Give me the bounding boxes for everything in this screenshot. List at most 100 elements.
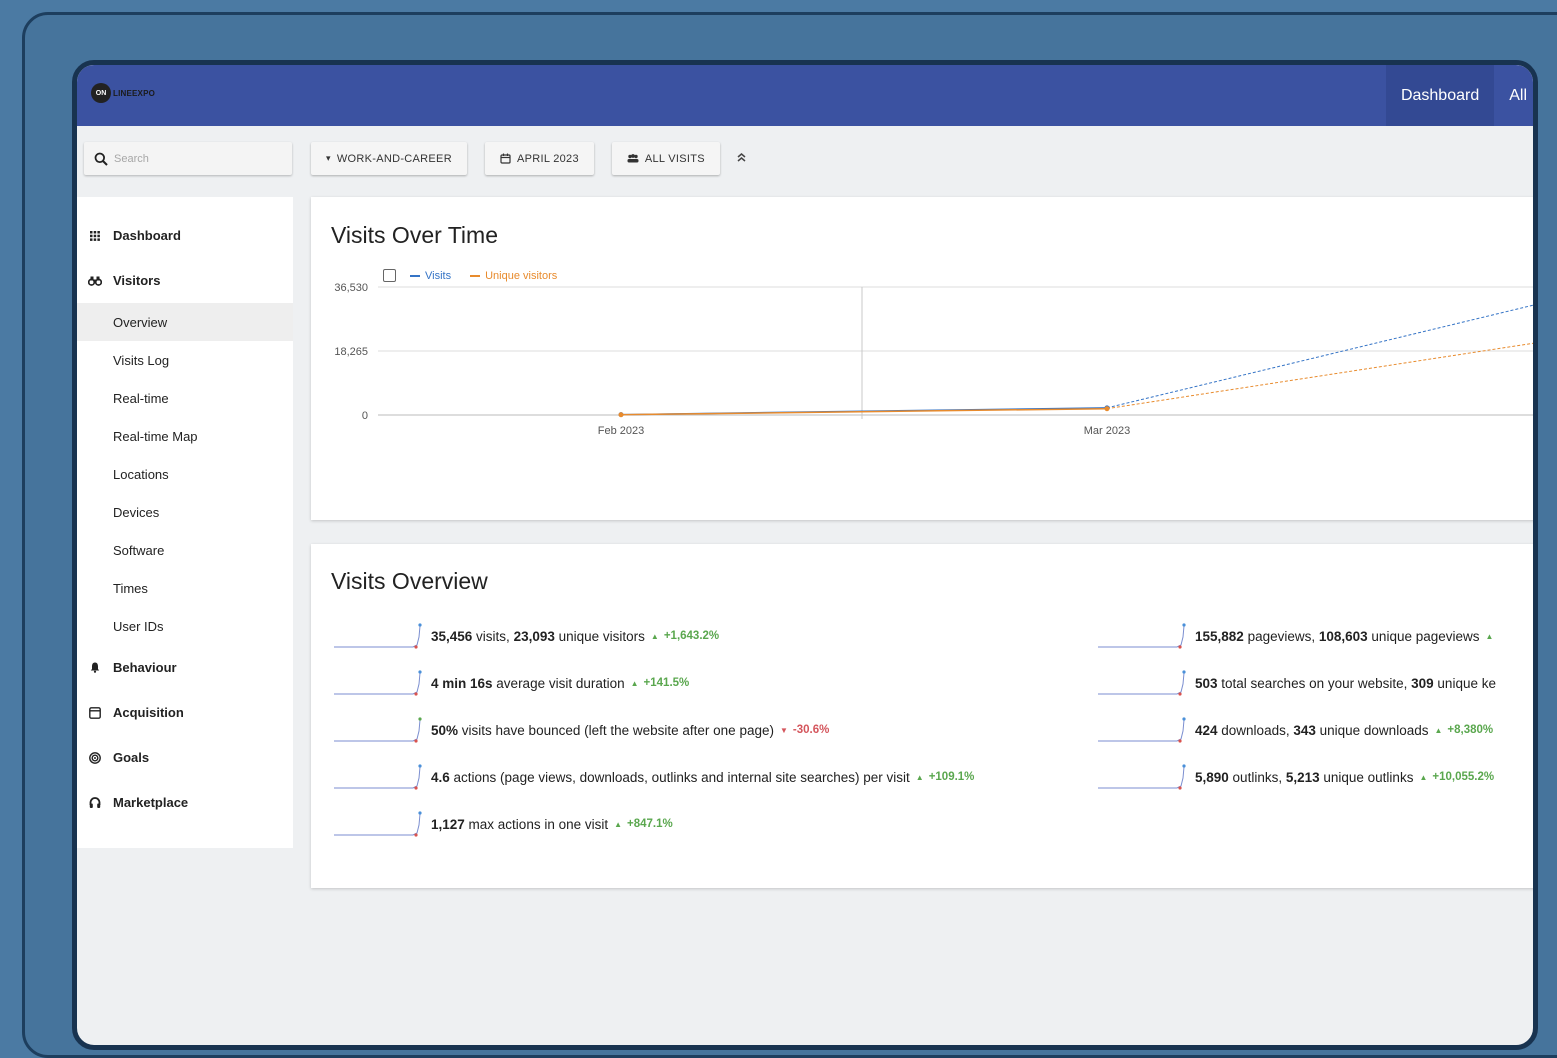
left-metric-row[interactable]: 4 min 16s average visit duration ▲ +141.5% xyxy=(333,668,689,698)
change-value: +1,643.2% xyxy=(663,630,720,642)
metric-value: 343 xyxy=(1293,722,1316,738)
metric-value: 5,213 xyxy=(1285,769,1320,785)
logo-mark: ON xyxy=(91,83,111,103)
sidebar-item-real-time[interactable]: Real-time xyxy=(77,379,293,417)
change-value: -30.6% xyxy=(792,724,830,736)
top-bar: ON LINEEXPO Dashboard All xyxy=(77,65,1533,126)
metric-text: 424 downloads, 343 unique downloads xyxy=(1195,722,1429,738)
metric-value: 35,456 xyxy=(431,628,473,644)
sidebar-item-visitors[interactable]: Visitors xyxy=(77,258,293,303)
calendar-icon xyxy=(500,153,511,164)
sparkline xyxy=(1098,764,1186,790)
sidebar-item-locations[interactable]: Locations xyxy=(77,455,293,493)
sidebar-item-visits-log[interactable]: Visits Log xyxy=(77,341,293,379)
data-point xyxy=(618,412,624,418)
metric-value: 5,890 xyxy=(1195,769,1229,785)
sidebar-item-behaviour[interactable]: Behaviour xyxy=(77,645,293,690)
right-metric-row[interactable]: 155,882 pageviews, 108,603 unique pagevi… xyxy=(1097,621,1498,651)
metric-text: 1,127 max actions in one visit xyxy=(431,816,609,832)
metric-text: 35,456 visits, 23,093 unique visitors xyxy=(431,628,645,644)
visits-over-time-chart: 36,530 18,265 0 Feb 2023 Mar 2023 xyxy=(334,282,1533,437)
app-screen: ON LINEEXPO Dashboard All Search ▾ WORK-… xyxy=(72,60,1538,1050)
arrow-down-icon: ▼ xyxy=(779,726,788,735)
sidebar-item-software[interactable]: Software xyxy=(77,531,293,569)
sidebar-item-label: Marketplace xyxy=(113,795,189,810)
left-metric-row[interactable]: 35,456 visits, 23,093 unique visitors ▲ +1… xyxy=(333,621,719,651)
selector-bar: ▾ WORK-AND-CAREER APRIL 2023 ALL VISITS xyxy=(311,142,747,175)
sparkline xyxy=(334,764,422,790)
change-value: +847.1% xyxy=(627,818,673,830)
sidebar-item-goals[interactable]: Goals xyxy=(77,735,293,780)
sparkline xyxy=(334,717,422,743)
sidebar-item-label: Visitors xyxy=(113,273,161,288)
metric-value: 155,882 xyxy=(1195,628,1244,644)
sidebar-item-real-time-map[interactable]: Real-time Map xyxy=(77,417,293,455)
data-point xyxy=(1104,406,1110,412)
users-icon xyxy=(627,154,639,163)
sparkline xyxy=(334,623,422,649)
top-nav-all[interactable]: All xyxy=(1494,65,1533,126)
metric-text: 50% visits have bounced (left the websit… xyxy=(431,722,774,738)
change-badge: ▲ +8,380% xyxy=(1434,724,1493,736)
change-value: +8,380% xyxy=(1447,724,1494,736)
binoculars-icon xyxy=(87,276,103,286)
change-badge: ▲ +109.1% xyxy=(916,771,975,783)
search-input[interactable]: Search xyxy=(114,153,149,165)
sidebar-item-user-ids[interactable]: User IDs xyxy=(77,607,293,645)
metric-value: 309 xyxy=(1411,675,1434,691)
change-badge: ▲ +141.5% xyxy=(631,677,690,689)
change-badge: ▼ -30.6% xyxy=(780,724,829,736)
sidebar-item-overview[interactable]: Overview xyxy=(77,303,293,341)
collapse-icon[interactable] xyxy=(736,151,747,166)
metric-value: 503 xyxy=(1195,675,1218,691)
visits-overview-card: Visits Overview 35,456 visits, 23,093 un… xyxy=(311,544,1533,888)
metric-value: 108,603 xyxy=(1318,628,1368,644)
sparkline xyxy=(334,811,422,837)
search-box[interactable]: Search xyxy=(84,142,292,175)
bell-icon xyxy=(87,662,103,673)
logo[interactable]: ON LINEEXPO xyxy=(91,83,155,103)
sidebar-item-dashboard[interactable]: Dashboard xyxy=(77,213,293,258)
visits-overview-title: Visits Overview xyxy=(331,568,488,594)
metric-text: 4 min 16s average visit duration xyxy=(431,675,625,691)
top-nav-dashboard[interactable]: Dashboard xyxy=(1385,65,1495,126)
arrow-up-icon: ▲ xyxy=(1434,726,1443,735)
segment-selector-button[interactable]: ALL VISITS xyxy=(611,142,720,175)
sidebar-item-marketplace[interactable]: Marketplace xyxy=(77,780,293,825)
visits-over-time-card: Visits Over Time Visits Unique visitors … xyxy=(311,197,1533,520)
left-metric-row[interactable]: 4.6 actions (page views, downloads, outl… xyxy=(333,762,974,792)
window-icon xyxy=(87,706,103,719)
change-badge: ▲ +10,055.2% xyxy=(1419,771,1494,783)
arrow-up-icon: ▲ xyxy=(614,820,623,829)
logo-text: LINEEXPO xyxy=(113,88,156,98)
right-metric-row[interactable]: 5,890 outlinks, 5,213 unique outlinks ▲ +1… xyxy=(1097,762,1494,792)
site-selector-button[interactable]: ▾ WORK-AND-CAREER xyxy=(311,142,467,175)
sidebar-item-devices[interactable]: Devices xyxy=(77,493,293,531)
metric-value: 1,127 xyxy=(431,816,465,832)
sidebar-item-acquisition[interactable]: Acquisition xyxy=(77,690,293,735)
left-metric-row[interactable]: 50% visits have bounced (left the websit… xyxy=(333,715,829,745)
left-metric-row[interactable]: 1,127 max actions in one visit ▲ +847.1% xyxy=(333,809,673,839)
sidebar-item-times[interactable]: Times xyxy=(77,569,293,607)
site-selector-label: WORK-AND-CAREER xyxy=(336,152,452,165)
grid-icon xyxy=(87,230,103,241)
metric-text: 503 total searches on your website, 309 … xyxy=(1195,675,1496,691)
right-metric-row[interactable]: 503 total searches on your website, 309 … xyxy=(1097,668,1496,698)
right-metric-row[interactable]: 424 downloads, 343 unique downloads ▲ +8,3… xyxy=(1097,715,1493,745)
search-icon xyxy=(94,152,108,166)
sidebar-item-label: Acquisition xyxy=(113,705,184,720)
metric-value: 4.6 xyxy=(431,769,450,785)
metric-text: 155,882 pageviews, 108,603 unique pagevi… xyxy=(1195,628,1480,644)
arrow-up-icon: ▲ xyxy=(630,679,639,688)
change-badge: ▲ +1,643.2% xyxy=(651,630,719,642)
arrow-up-icon: ▲ xyxy=(915,773,924,782)
caret-down-icon: ▾ xyxy=(326,153,331,163)
top-nav: Dashboard All xyxy=(1385,65,1533,126)
series-dashed-segment xyxy=(1106,304,1533,409)
sidebar-item-label: Dashboard xyxy=(113,228,181,243)
arrow-up-icon: ▲ xyxy=(1419,773,1428,782)
segment-selector-label: ALL VISITS xyxy=(644,152,705,165)
headset-icon xyxy=(87,796,103,809)
series-dashed-segment xyxy=(1106,342,1533,410)
period-selector-button[interactable]: APRIL 2023 xyxy=(484,142,594,175)
